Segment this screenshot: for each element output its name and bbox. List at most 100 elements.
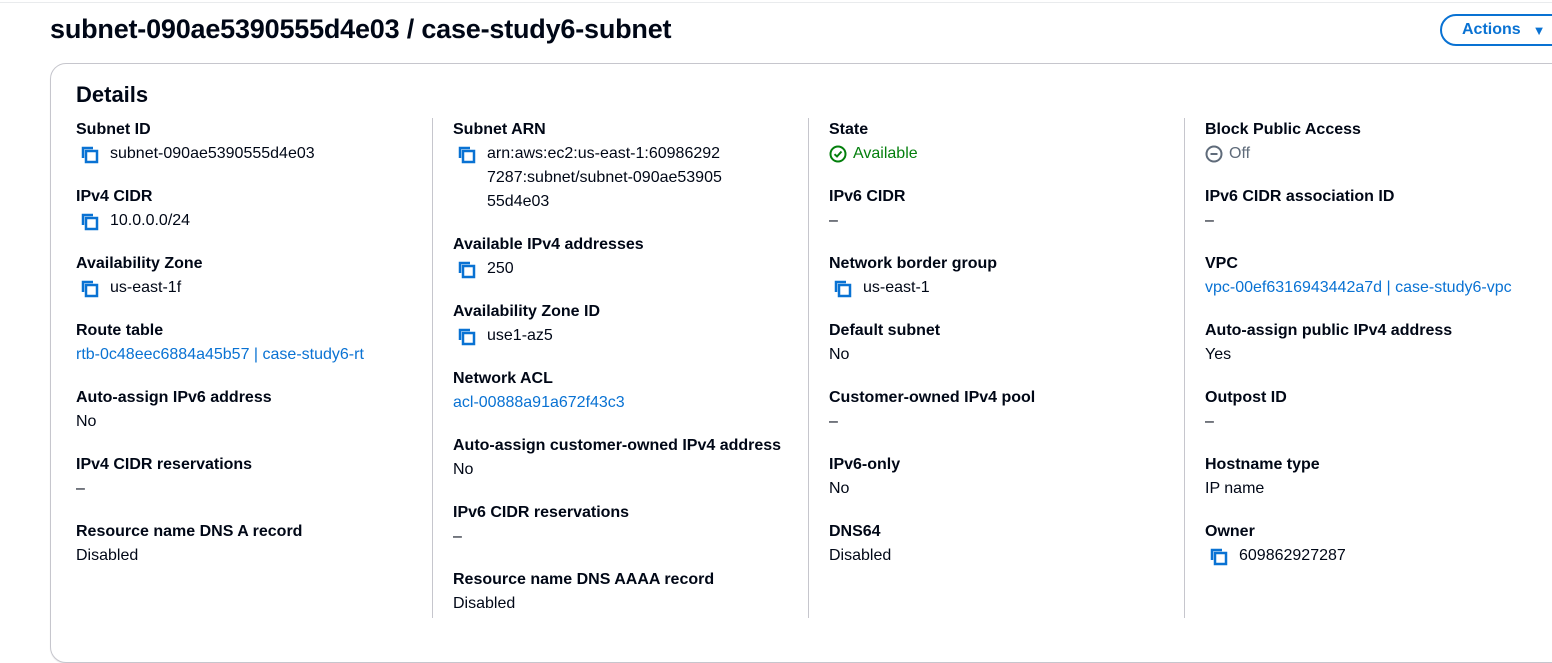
field-dns-aaaa-record: Resource name DNS AAAA record Disabled	[453, 568, 808, 616]
field-az-id: Availability Zone ID use1-az5	[453, 300, 808, 348]
field-label: DNS64	[829, 523, 881, 540]
field-outpost-id: Outpost ID –	[1205, 386, 1552, 434]
field-subnet-id: Subnet ID subnet-090ae5390555d4e03	[76, 118, 416, 166]
top-divider	[0, 2, 1552, 3]
auto-ipv6-value: No	[76, 413, 97, 430]
field-network-border-group: Network border group us-east-1	[829, 252, 1184, 300]
subnet-id-value: subnet-090ae5390555d4e03	[110, 145, 315, 162]
ipv6-res-value: –	[453, 528, 462, 545]
field-label: IPv6-only	[829, 456, 901, 473]
copy-icon[interactable]	[457, 327, 477, 347]
field-ipv4-cidr: IPv4 CIDR 10.0.0.0/24	[76, 185, 416, 233]
actions-button[interactable]: Actions ▼	[1440, 14, 1552, 46]
field-dns64: DNS64 Disabled	[829, 520, 1184, 568]
details-header: Details	[76, 82, 149, 107]
route-table-link[interactable]: rtb-0c48eec6884a45b57 | case-study6-rt	[76, 343, 416, 367]
field-default-subnet: Default subnet No	[829, 319, 1184, 367]
ipv6-assoc-value: –	[1205, 212, 1214, 229]
copy-icon[interactable]	[80, 212, 100, 232]
nbg-value: us-east-1	[863, 279, 930, 296]
copy-icon[interactable]	[80, 279, 100, 299]
field-label: Network border group	[829, 255, 998, 272]
field-label: Owner	[1205, 523, 1255, 540]
field-ipv4-cidr-reservations: IPv4 CIDR reservations –	[76, 453, 416, 501]
dns-aaaa-value: Disabled	[453, 595, 516, 612]
network-acl-link[interactable]: acl-00888a91a672f43c3	[453, 391, 808, 415]
field-label: Auto-assign public IPv4 address	[1205, 322, 1453, 339]
field-coip-pool: Customer-owned IPv4 pool –	[829, 386, 1184, 434]
field-auto-assign-public-ipv4: Auto-assign public IPv4 address Yes	[1205, 319, 1552, 367]
field-ipv6-cidr-reservations: IPv6 CIDR reservations –	[453, 501, 808, 549]
actions-button-label: Actions	[1462, 21, 1521, 38]
field-label: VPC	[1205, 255, 1238, 272]
owner-value: 609862927287	[1239, 547, 1346, 564]
field-state: State Available	[829, 118, 1184, 166]
field-label: Default subnet	[829, 322, 941, 339]
field-ipv6-cidr: IPv6 CIDR –	[829, 185, 1184, 233]
field-auto-assign-ipv6: Auto-assign IPv6 address No	[76, 386, 416, 434]
coip-pool-value: –	[829, 413, 838, 430]
field-ipv6-only: IPv6-only No	[829, 453, 1184, 501]
field-label: Resource name DNS AAAA record	[453, 571, 715, 588]
auto-coip-value: No	[453, 461, 474, 478]
minus-circle-icon	[1205, 145, 1223, 163]
dns64-value: Disabled	[829, 547, 892, 564]
field-label: IPv6 CIDR association ID	[1205, 188, 1395, 205]
copy-icon[interactable]	[457, 260, 477, 280]
ipv4-res-value: –	[76, 480, 85, 497]
caret-down-icon: ▼	[1532, 22, 1546, 38]
field-label: Subnet ARN	[453, 121, 546, 138]
field-label: Route table	[76, 322, 164, 339]
copy-icon[interactable]	[457, 145, 477, 165]
field-label: Availability Zone ID	[453, 303, 600, 320]
check-circle-icon	[829, 145, 847, 163]
details-column-2: Subnet ARN arn:aws:ec2:us-east-1:6098629…	[432, 118, 808, 618]
field-label: IPv4 CIDR reservations	[76, 456, 253, 473]
default-subnet-value: No	[829, 346, 850, 363]
auto-pub-ipv4-value: Yes	[1205, 346, 1232, 363]
field-label: Availability Zone	[76, 255, 203, 272]
field-label: Auto-assign IPv6 address	[76, 389, 272, 406]
field-hostname-type: Hostname type IP name	[1205, 453, 1552, 501]
field-label: Available IPv4 addresses	[453, 236, 644, 253]
field-label: IPv6 CIDR	[829, 188, 906, 205]
field-label: Outpost ID	[1205, 389, 1287, 406]
outpost-value: –	[1205, 413, 1214, 430]
details-column-1: Subnet ID subnet-090ae5390555d4e03 IPv4 …	[76, 118, 416, 587]
ipv4-cidr-value: 10.0.0.0/24	[110, 212, 191, 229]
copy-icon[interactable]	[833, 279, 853, 299]
field-label: Auto-assign customer-owned IPv4 address	[453, 437, 782, 454]
field-ipv6-association-id: IPv6 CIDR association ID –	[1205, 185, 1552, 233]
field-network-acl: Network ACL acl-00888a91a672f43c3	[453, 367, 808, 415]
field-available-ipv4: Available IPv4 addresses 250	[453, 233, 808, 281]
details-column-3: State Available IPv6 CIDR – Network bord…	[808, 118, 1184, 618]
field-label: IPv4 CIDR	[76, 188, 153, 205]
avail-ipv4-value: 250	[487, 260, 514, 277]
field-subnet-arn: Subnet ARN arn:aws:ec2:us-east-1:6098629…	[453, 118, 808, 214]
page-title: subnet-090ae5390555d4e03 / case-study6-s…	[50, 14, 672, 44]
copy-icon[interactable]	[1209, 547, 1229, 567]
field-label: Hostname type	[1205, 456, 1320, 473]
details-column-4: Block Public Access Off IPv6 CIDR associ…	[1184, 118, 1552, 618]
az-value: us-east-1f	[110, 279, 182, 296]
field-owner: Owner 609862927287	[1205, 520, 1552, 568]
field-vpc: VPC vpc-00ef6316943442a7d | case-study6-…	[1205, 252, 1552, 300]
vpc-link[interactable]: vpc-00ef6316943442a7d | case-study6-vpc	[1205, 276, 1552, 300]
ipv6-cidr-value: –	[829, 212, 838, 229]
field-label: Subnet ID	[76, 121, 151, 138]
ipv6-only-value: No	[829, 480, 850, 497]
field-label: Resource name DNS A record	[76, 523, 303, 540]
subnet-arn-value: arn:aws:ec2:us-east-1:609862927287:subne…	[487, 145, 722, 210]
bpa-value: Off	[1229, 145, 1251, 162]
copy-icon[interactable]	[80, 145, 100, 165]
az-id-value: use1-az5	[487, 327, 553, 344]
field-label: State	[829, 121, 869, 138]
field-block-public-access: Block Public Access Off	[1205, 118, 1552, 166]
field-label: Block Public Access	[1205, 121, 1361, 138]
field-label: Customer-owned IPv4 pool	[829, 389, 1036, 406]
field-availability-zone: Availability Zone us-east-1f	[76, 252, 416, 300]
state-value: Available	[853, 145, 918, 162]
field-label: IPv6 CIDR reservations	[453, 504, 630, 521]
dns-a-value: Disabled	[76, 547, 139, 564]
field-auto-assign-coip: Auto-assign customer-owned IPv4 address …	[453, 434, 808, 482]
